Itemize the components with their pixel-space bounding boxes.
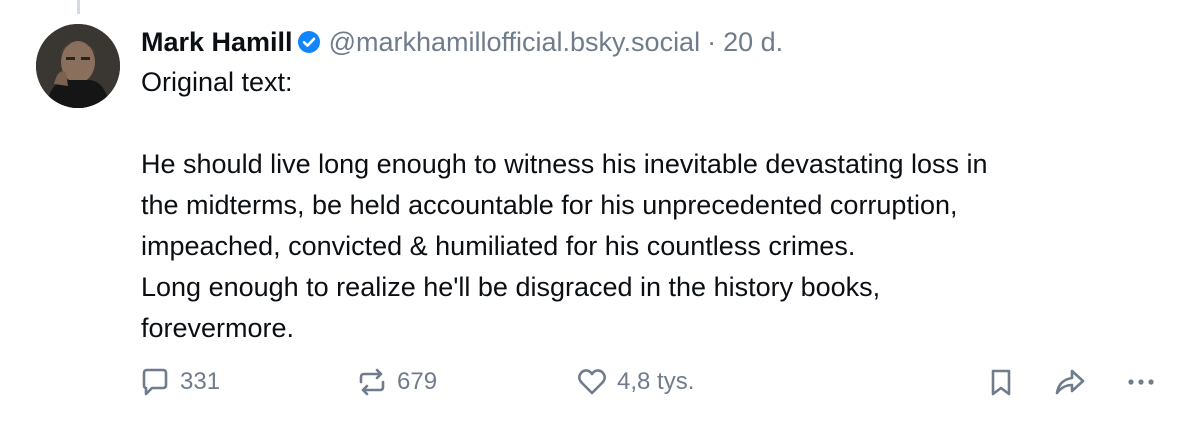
repost-count: 679 — [397, 368, 438, 395]
author-name[interactable]: Mark Hamill — [141, 27, 293, 58]
reply-count: 331 — [180, 368, 221, 395]
post-text: Original text: He should live long enoug… — [141, 67, 988, 343]
author-handle[interactable]: @markhamillofficial.bsky.social — [329, 27, 701, 58]
more-options-button[interactable] — [1124, 362, 1158, 402]
post-actions: 331 679 4,8 tys. — [138, 362, 1168, 402]
bookmark-icon — [984, 365, 1018, 399]
post-header: Mark Hamill @markhamillofficial.bsky.soc… — [141, 22, 1171, 62]
like-button[interactable]: 4,8 tys. — [575, 362, 694, 402]
heart-icon — [575, 365, 609, 399]
bookmark-button[interactable] — [984, 362, 1018, 402]
post-timestamp[interactable]: 20 d. — [723, 27, 783, 58]
avatar[interactable] — [36, 24, 120, 108]
share-arrow-icon — [1052, 365, 1088, 399]
share-button[interactable] — [1052, 362, 1088, 402]
post-content: Mark Hamill @markhamillofficial.bsky.soc… — [141, 22, 1171, 349]
more-dots-icon — [1124, 365, 1158, 399]
separator-dot: · — [707, 26, 717, 57]
avatar-image — [36, 24, 120, 108]
repost-button[interactable]: 679 — [355, 362, 437, 402]
speech-bubble-icon — [138, 365, 172, 399]
like-count: 4,8 tys. — [617, 368, 695, 395]
thread-connector-line — [77, 0, 80, 14]
verified-badge-icon — [297, 30, 321, 54]
repost-arrows-icon — [355, 365, 389, 399]
reply-button[interactable]: 331 — [138, 362, 220, 402]
